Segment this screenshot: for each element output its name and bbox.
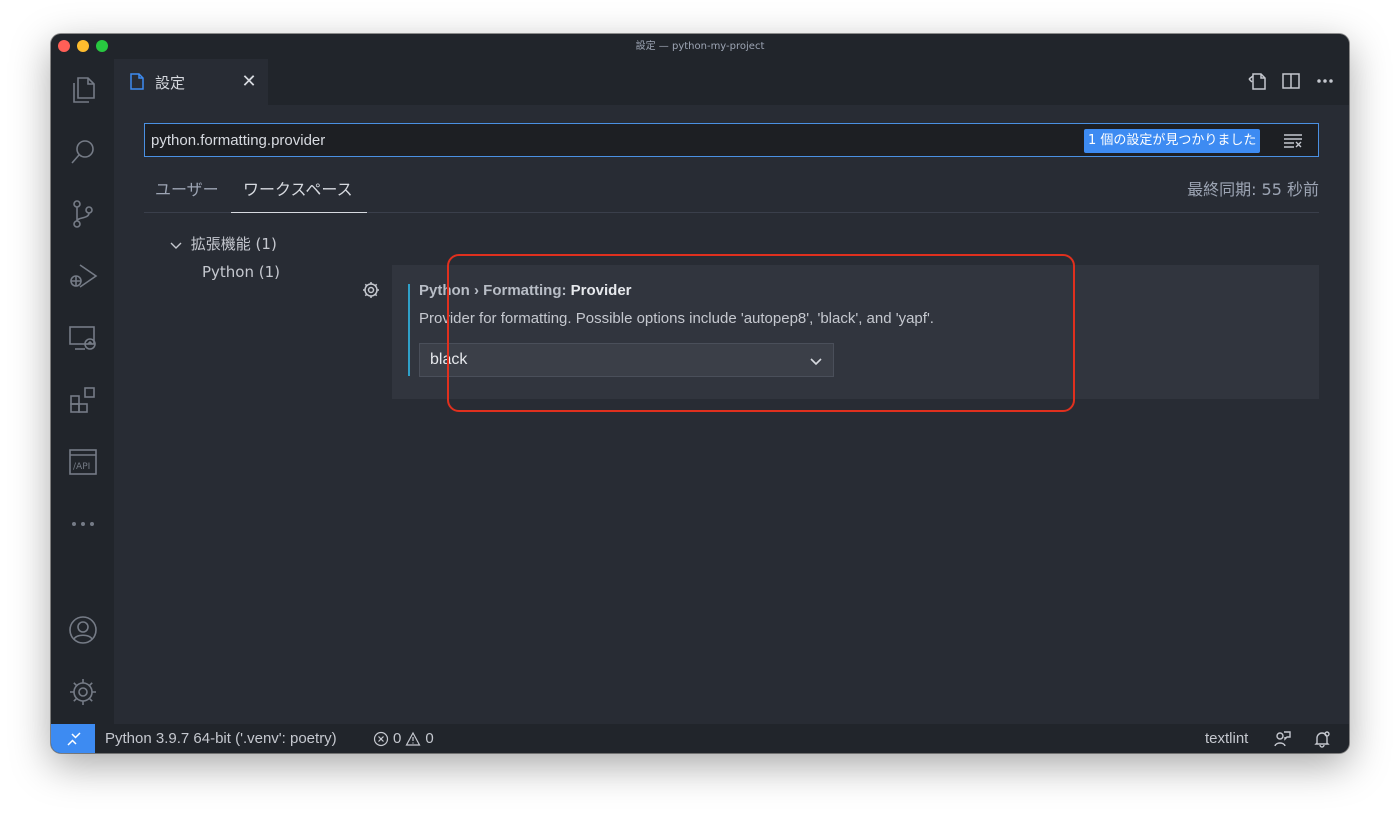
settings-search-input[interactable] <box>151 129 1051 151</box>
more-actions-icon[interactable] <box>1315 71 1335 91</box>
activity-bar: /API <box>51 59 114 724</box>
close-tab-icon[interactable]: ✕ <box>240 73 258 91</box>
settings-search-box[interactable]: 1 個の設定が見つかりました <box>144 123 1319 157</box>
more-icon[interactable] <box>51 493 114 555</box>
error-icon <box>373 731 389 746</box>
files-icon[interactable] <box>51 59 114 121</box>
title-bar: 設定 — python-my-project <box>51 34 1349 59</box>
manage-gear-icon[interactable] <box>51 661 114 723</box>
remote-indicator[interactable] <box>51 724 95 753</box>
search-result-count-badge: 1 個の設定が見つかりました <box>1084 129 1261 153</box>
warning-icon <box>405 731 421 746</box>
tab-label: 設定 <box>155 74 186 92</box>
settings-scope-tabs: ユーザー ワークスペース <box>144 177 1319 213</box>
tab-workspace[interactable]: ワークスペース <box>231 177 367 213</box>
setting-gear-icon[interactable] <box>362 281 380 299</box>
svg-text:/API: /API <box>73 462 90 472</box>
close-window-button[interactable] <box>58 40 70 52</box>
tab-user[interactable]: ユーザー <box>155 177 219 213</box>
window-title: 設定 — python-my-project <box>635 41 765 52</box>
open-settings-json-icon[interactable] <box>1247 71 1267 91</box>
api-icon[interactable]: /API <box>51 431 114 493</box>
chevron-down-icon <box>170 238 186 252</box>
feedback-icon[interactable] <box>1273 730 1291 748</box>
search-icon[interactable] <box>51 121 114 183</box>
zoom-window-button[interactable] <box>96 40 108 52</box>
toc-item-label: 拡張機能 (1) <box>190 235 277 253</box>
status-bar: Python 3.9.7 64-bit ('.venv': poetry) 0 … <box>51 724 1349 753</box>
remote-explorer-icon[interactable] <box>51 307 114 369</box>
last-sync-label: 最終同期: 55 秒前 <box>1187 180 1319 199</box>
file-icon <box>130 73 144 90</box>
problems-indicator[interactable]: 0 0 <box>373 730 434 747</box>
modified-indicator <box>408 284 410 376</box>
warning-count: 0 <box>425 730 434 747</box>
minimize-window-button[interactable] <box>77 40 89 52</box>
account-icon[interactable] <box>51 599 114 661</box>
textlint-status[interactable]: textlint <box>1205 730 1248 747</box>
python-interpreter[interactable]: Python 3.9.7 64-bit ('.venv': poetry) <box>105 730 337 747</box>
clear-filter-icon[interactable] <box>1283 132 1303 148</box>
tab-settings[interactable]: 設定 ✕ <box>114 59 268 105</box>
split-editor-icon[interactable] <box>1281 71 1301 91</box>
editor-actions <box>1247 71 1335 91</box>
run-debug-icon[interactable] <box>51 245 114 307</box>
annotation-highlight-box <box>447 254 1075 412</box>
extensions-icon[interactable] <box>51 369 114 431</box>
source-control-icon[interactable] <box>51 183 114 245</box>
toc-item-label: Python (1) <box>202 263 281 281</box>
vscode-window: 設定 — python-my-project /API 設定 ✕ python.… <box>51 34 1349 753</box>
toc-item-extensions[interactable]: 拡張機能 (1) <box>144 233 277 254</box>
settings-editor: 1 個の設定が見つかりました ユーザー ワークスペース 最終同期: 55 秒前 … <box>114 105 1349 724</box>
error-count: 0 <box>393 730 402 747</box>
remote-icon <box>67 732 81 746</box>
tab-bar: 設定 ✕ <box>114 59 1349 105</box>
notifications-bell-icon[interactable] <box>1313 730 1331 748</box>
toc-item-python[interactable]: Python (1) <box>202 263 280 281</box>
